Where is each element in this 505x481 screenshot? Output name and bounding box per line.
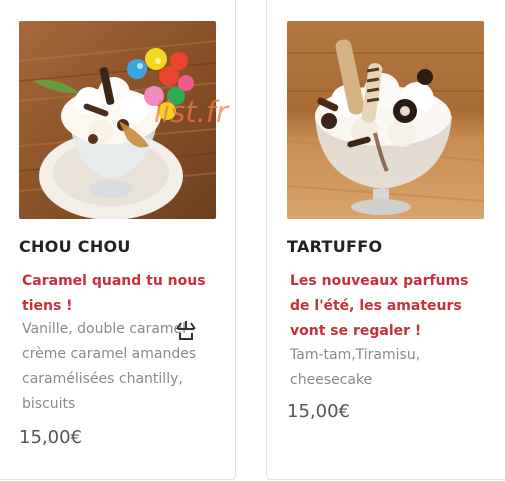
product-description: Tam-tam,Tiramisu, cheesecake bbox=[290, 347, 421, 388]
sundae-with-wafer-rolls-icon bbox=[287, 21, 484, 219]
product-price: 15,00€ bbox=[19, 427, 82, 448]
product-tagline: Les nouveaux parfums de l'été, les amate… bbox=[290, 273, 469, 339]
sundae-with-candy-balls-icon bbox=[19, 21, 216, 219]
product-tagline: Caramel quand tu nous tiens ! bbox=[22, 273, 206, 314]
product-card-chou-chou[interactable]: CHOU CHOU Caramel quand tu nous tiens ! … bbox=[0, 0, 236, 480]
product-photo[interactable] bbox=[287, 21, 484, 219]
product-photo[interactable] bbox=[19, 21, 216, 219]
product-name[interactable]: CHOU CHOU bbox=[19, 237, 131, 256]
product-card-tartuffo[interactable]: TARTUFFO Les nouveaux parfums de l'été, … bbox=[266, 0, 505, 480]
product-name[interactable]: TARTUFFO bbox=[287, 237, 382, 256]
flag-icon bbox=[176, 321, 196, 340]
product-price: 15,00€ bbox=[287, 401, 350, 422]
